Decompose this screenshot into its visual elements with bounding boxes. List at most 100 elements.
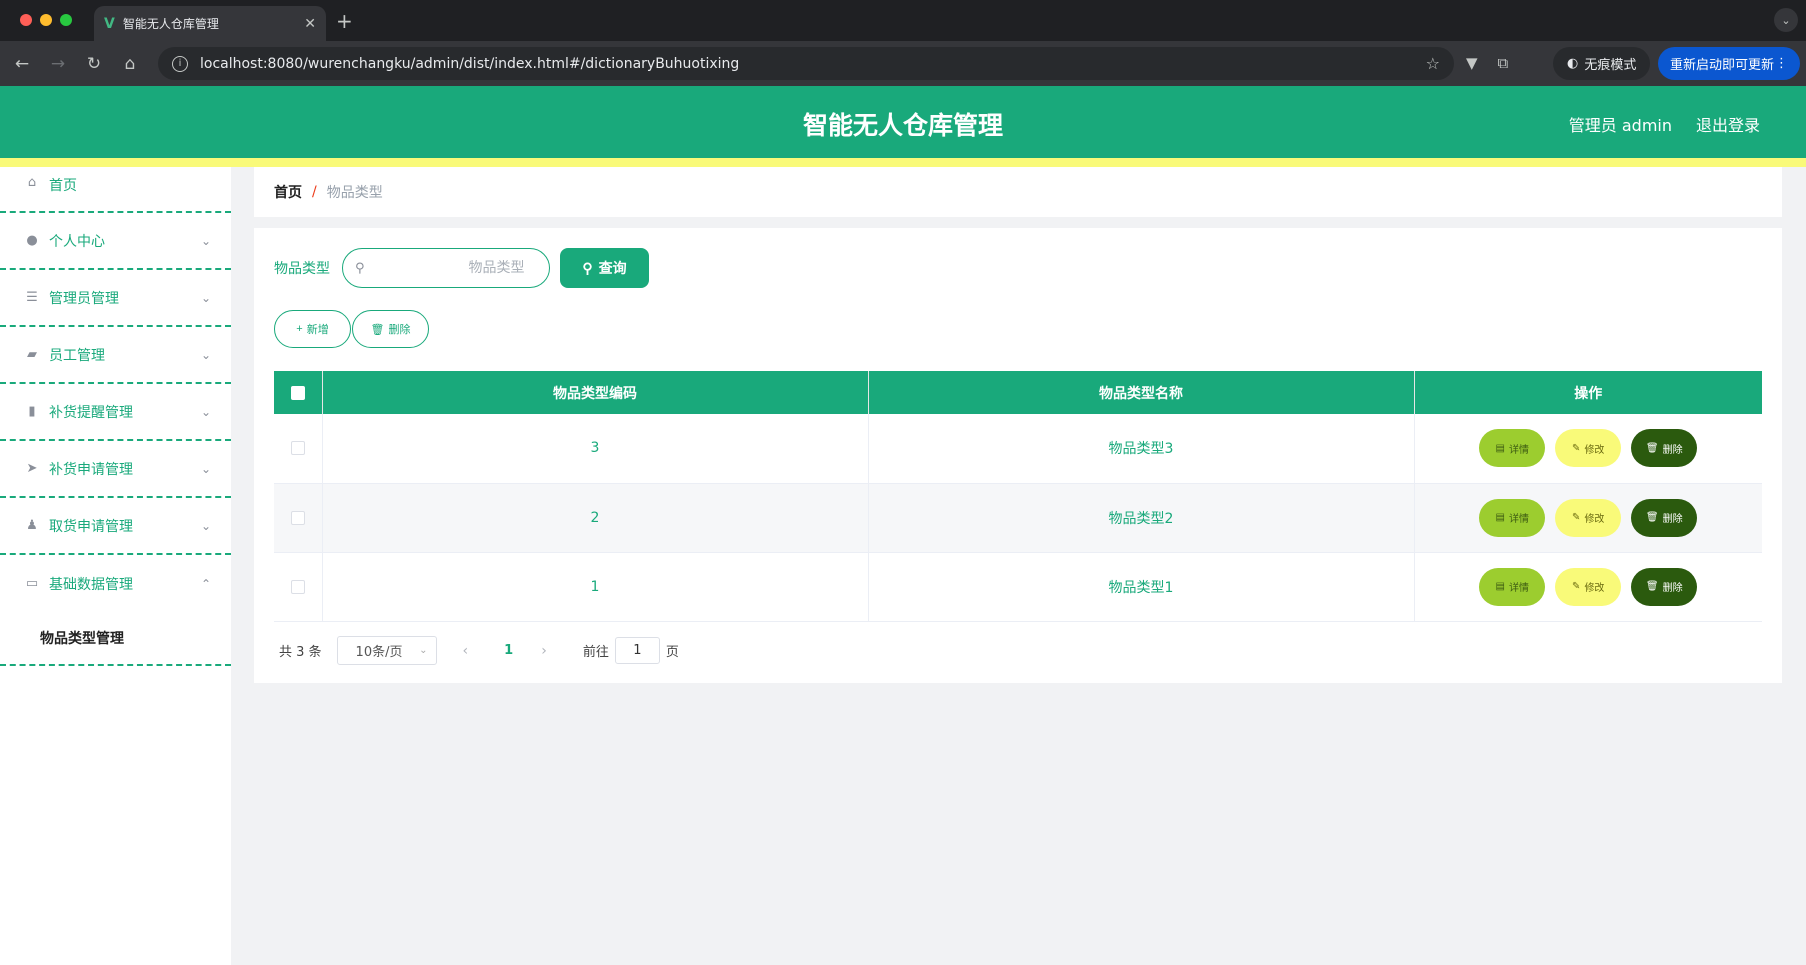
close-window-button[interactable]	[20, 14, 32, 26]
window-controls	[20, 14, 72, 26]
sidebar-item-home[interactable]: ⌂ 首页	[0, 167, 231, 213]
pencil-icon: ✎	[1572, 512, 1581, 523]
bar-chart-icon: ▮	[28, 404, 36, 419]
trash-icon: 🗑	[1645, 581, 1659, 592]
table-header-row: 物品类型编码 物品类型名称 操作	[274, 371, 1762, 414]
sidebar-item-admins[interactable]: ☰ 管理员管理 ⌄	[0, 270, 231, 327]
document-icon: ▤	[1495, 581, 1505, 592]
sidebar-item-restock-reminder[interactable]: ▮ 补货提醒管理 ⌄	[0, 384, 231, 441]
breadcrumb-current: 物品类型	[326, 185, 383, 201]
detail-button[interactable]: ▤ 详情	[1479, 429, 1546, 468]
page-number[interactable]: 1	[504, 643, 513, 658]
pager-total: 共 3 条	[279, 645, 322, 660]
cell-ops: ▤ 详情 ✎ 修改 🗑 删除	[1414, 483, 1762, 553]
table-row: 1 物品类型1 ▤ 详情 ✎ 修改 🗑 删除	[274, 552, 1763, 622]
delete-button[interactable]: 🗑 删除	[1631, 567, 1698, 606]
edit-button[interactable]: ✎ 修改	[1555, 567, 1622, 606]
search-field[interactable]: ⚲	[342, 248, 550, 288]
app-header: 智能无人仓库管理 管理员 admin 退出登录	[0, 86, 1806, 158]
sidebar-item-label: 员工管理	[49, 347, 105, 364]
page-unit: 页	[665, 645, 679, 660]
row-checkbox[interactable]	[290, 510, 305, 525]
close-tab-icon[interactable]: ✕	[304, 16, 316, 32]
back-icon[interactable]: ←	[4, 54, 40, 74]
site-info-icon[interactable]: i	[172, 55, 188, 72]
next-page-icon[interactable]: ›	[541, 643, 547, 659]
prev-page-icon[interactable]: ‹	[463, 643, 469, 659]
sidebar-item-basic-data[interactable]: ▭ 基础数据管理 ⌃	[0, 555, 231, 612]
plus-icon: +	[296, 323, 303, 335]
row-select-cell	[274, 483, 323, 553]
row-checkbox[interactable]	[290, 579, 305, 594]
page-size-value: 10条/页	[355, 645, 403, 660]
new-tab-icon[interactable]: +	[336, 9, 353, 33]
detail-button[interactable]: ▤ 详情	[1479, 567, 1546, 606]
browser-tab-strip: V 智能无人仓库管理 ✕ + ⌄	[0, 0, 1806, 41]
document-icon: ▤	[1495, 442, 1505, 454]
maximize-window-button[interactable]	[60, 14, 72, 26]
row-actions: ▤ 详情 ✎ 修改 🗑 删除	[1415, 567, 1763, 606]
more-menu-icon[interactable]: ⋮	[1775, 56, 1788, 71]
forward-icon[interactable]: →	[40, 54, 76, 74]
header-ops: 操作	[1414, 371, 1762, 414]
select-all-checkbox[interactable]	[290, 385, 305, 400]
edit-button[interactable]: ✎ 修改	[1555, 429, 1622, 468]
sidebar-item-label: 基础数据管理	[49, 576, 133, 593]
delete-button[interactable]: 🗑 删除	[1631, 498, 1698, 537]
chevron-down-icon: ⌄	[200, 461, 211, 476]
delete-label: 删除	[1662, 514, 1683, 525]
extensions-puzzle-icon[interactable]: ⧉	[1498, 54, 1509, 72]
edit-button[interactable]: ✎ 修改	[1555, 498, 1622, 537]
stamp-icon: ♟	[26, 518, 38, 533]
sidebar-subitem-item-types[interactable]: 物品类型管理	[0, 612, 231, 666]
sidebar-item-pickup-request[interactable]: ♟ 取货申请管理 ⌄	[0, 498, 231, 555]
url-text[interactable]: localhost:8080/wurenchangku/admin/dist/i…	[200, 56, 1426, 72]
page-size-select[interactable]: 10条/页 ⌄	[336, 636, 437, 665]
pencil-icon: ✎	[1572, 581, 1581, 592]
search-row: 物品类型 ⚲ ⚲ 查询	[274, 248, 649, 288]
minimize-window-button[interactable]	[40, 14, 52, 26]
cell-ops: ▤ 详情 ✎ 修改 🗑 删除	[1414, 552, 1763, 622]
edit-label: 修改	[1584, 583, 1605, 594]
sidebar-item-restock-request[interactable]: ➤ 补货申请管理 ⌄	[0, 441, 231, 498]
address-bar[interactable]: i localhost:8080/wurenchangku/admin/dist…	[158, 47, 1454, 80]
query-button-label: 查询	[598, 260, 627, 276]
row-checkbox[interactable]	[290, 441, 305, 456]
logout-link[interactable]: 退出登录	[1696, 112, 1760, 136]
select-all-header	[274, 371, 323, 414]
delete-label: 删除	[1662, 444, 1683, 456]
reload-icon[interactable]: ↻	[76, 54, 112, 74]
edit-label: 修改	[1584, 514, 1605, 525]
tab-title: 智能无人仓库管理	[122, 17, 219, 31]
sidebar-item-staff[interactable]: ▰ 员工管理 ⌄	[0, 327, 231, 384]
goto-page-input[interactable]: 1	[614, 637, 660, 664]
cell-name: 物品类型1	[868, 552, 1415, 622]
vue-devtools-icon[interactable]: ▼	[1466, 54, 1478, 72]
chevron-down-icon: ⌄	[419, 645, 428, 656]
breadcrumb-home[interactable]: 首页	[274, 182, 302, 202]
chevron-down-icon: ⌄	[200, 518, 211, 533]
delete-label: 删除	[1662, 583, 1683, 594]
detail-button[interactable]: ▤ 详情	[1479, 498, 1546, 537]
update-button[interactable]: 重新启动即可更新 ⋮	[1658, 47, 1800, 80]
row-select-cell	[274, 414, 323, 484]
detail-label: 详情	[1508, 514, 1529, 525]
bookmark-star-icon[interactable]: ☆	[1426, 54, 1440, 73]
sidebar-item-label: 首页	[49, 178, 77, 194]
document-icon: ▤	[1495, 512, 1505, 523]
incognito-indicator[interactable]: ◐ 无痕模式	[1553, 47, 1651, 80]
sidebar-item-profile[interactable]: ● 个人中心 ⌄	[0, 213, 231, 270]
cell-ops: ▤ 详情 ✎ 修改 🗑 删除	[1414, 414, 1762, 484]
trash-icon: 🗑	[1645, 442, 1659, 454]
delete-button[interactable]: 🗑 删除	[1631, 429, 1698, 468]
item-type-table: 物品类型编码 物品类型名称 操作 3 物品类型3 ▤详情 ✎修改 🗑删除	[274, 371, 1762, 622]
detail-label: 详情	[1508, 444, 1529, 456]
query-button[interactable]: ⚲ 查询	[560, 248, 649, 288]
browser-tab[interactable]: V 智能无人仓库管理 ✕	[94, 6, 326, 41]
tab-search-chevron-icon[interactable]: ⌄	[1774, 8, 1798, 32]
batch-delete-button[interactable]: 🗑 删除	[352, 310, 429, 348]
search-input[interactable]	[364, 260, 525, 276]
add-button[interactable]: + 新增	[274, 310, 351, 348]
home-browser-icon[interactable]: ⌂	[112, 54, 148, 74]
browser-toolbar: ← → ↻ ⌂ i localhost:8080/wurenchangku/ad…	[0, 41, 1806, 86]
